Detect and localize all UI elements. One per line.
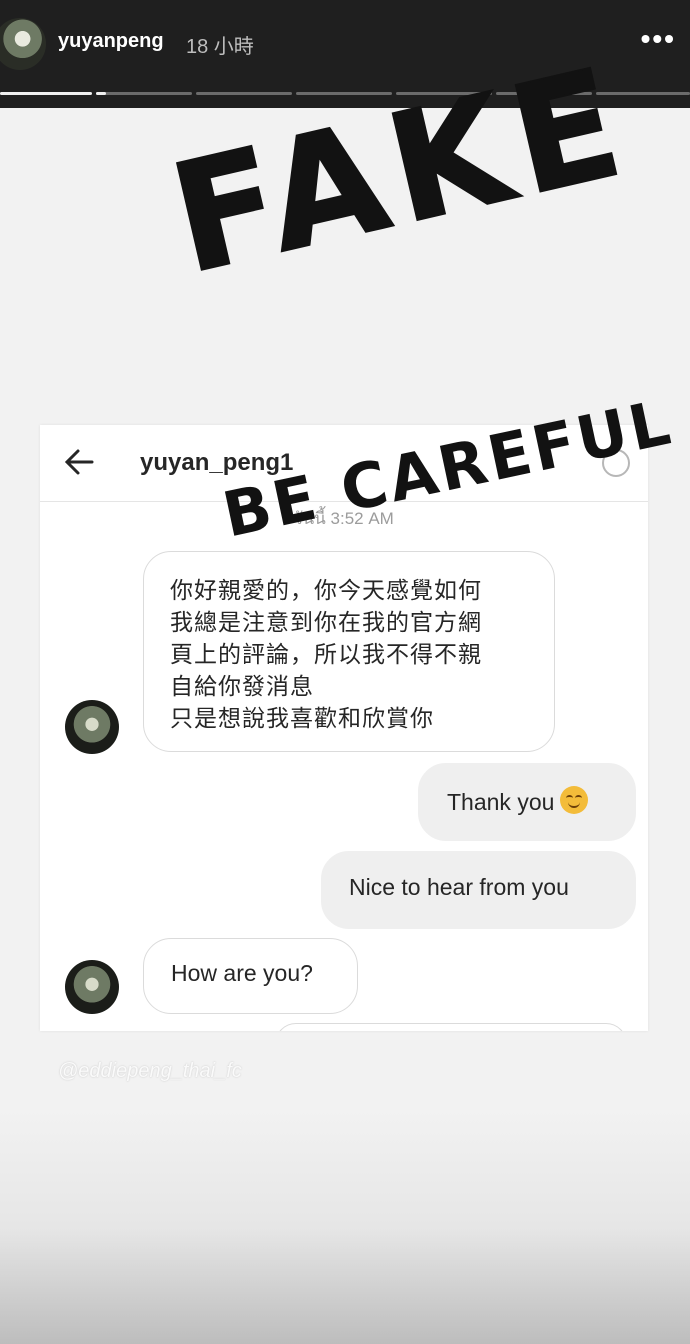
message-text: Nice to hear from you [349, 874, 569, 900]
sender-avatar [65, 700, 119, 754]
message-text: Thank you [447, 789, 555, 815]
message-line: 自給你發消息 [170, 673, 314, 699]
message-bubble-partial [275, 1023, 627, 1031]
profile-avatar[interactable] [0, 18, 46, 70]
sender-avatar [65, 960, 119, 1014]
message-bubble-received: 你好親愛的，你今天感覺如何 我總是注意到你在我的官方網 頁上的評論，所以我不得不… [143, 551, 555, 752]
message-line: 我總是注意到你在我的官方網 [170, 609, 482, 635]
message-line: 你好親愛的，你今天感覺如何 [170, 577, 482, 603]
story-username[interactable]: yuyanpeng [58, 30, 164, 53]
progress-segment [96, 92, 192, 95]
back-arrow-icon[interactable] [62, 445, 96, 479]
watermark: @eddiepeng_thai_fc [58, 1060, 242, 1082]
message-text: How are you? [171, 960, 313, 986]
progress-segment [196, 92, 292, 95]
message-bubble-sent: Nice to hear from you [321, 851, 636, 929]
more-options-icon[interactable]: ••• [641, 24, 676, 54]
progress-segment [0, 92, 92, 95]
message-bubble-sent: Thank you [418, 763, 636, 841]
story-time: 18 小時 [186, 36, 254, 58]
message-line: 頁上的評論，所以我不得不親 [170, 641, 482, 667]
message-line: 只是想說我喜歡和欣賞你 [170, 705, 434, 731]
smiling-face-emoji-icon [560, 786, 589, 814]
message-bubble-received: How are you? [143, 938, 358, 1014]
